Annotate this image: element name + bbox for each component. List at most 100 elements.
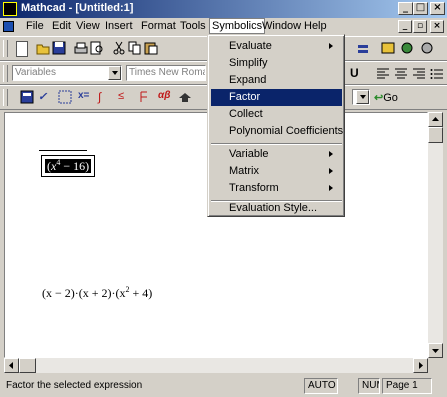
menu-item-label: Simplify xyxy=(229,57,268,69)
open-icon[interactable] xyxy=(36,41,50,55)
mdi-restore-button[interactable]: ▫ xyxy=(413,20,427,33)
resource-center-icon[interactable] xyxy=(400,41,414,55)
programming-palette-icon[interactable] xyxy=(138,90,152,104)
style-combo[interactable]: Variables xyxy=(12,65,122,81)
new-icon[interactable] xyxy=(16,41,28,57)
greek-palette-icon[interactable]: αβ xyxy=(158,90,172,104)
go-dropdown[interactable] xyxy=(352,89,370,105)
factored-result[interactable]: (x − 2)·(x + 2)·(x2 + 4) xyxy=(42,285,152,301)
menu-window[interactable]: Window xyxy=(262,20,301,32)
menu-help[interactable]: Help xyxy=(304,20,327,32)
selection-bar xyxy=(39,150,87,151)
menu-item-polynomial-coefficients[interactable]: Polynomial Coefficients xyxy=(211,123,344,140)
result-main: (x − 2)·(x + 2)·(x xyxy=(42,286,126,300)
copy-icon[interactable] xyxy=(128,41,142,55)
align-center-icon[interactable] xyxy=(394,66,408,80)
symbolic-palette-icon[interactable] xyxy=(178,90,192,104)
chevron-down-icon[interactable] xyxy=(108,66,121,80)
cut-icon[interactable] xyxy=(112,41,126,55)
print-icon[interactable] xyxy=(74,41,88,55)
toolbar-grip xyxy=(3,40,8,57)
maximize-button[interactable]: □ xyxy=(413,2,428,15)
menu-item-label: Matrix xyxy=(229,165,259,177)
minimize-button[interactable]: _ xyxy=(398,2,413,15)
menu-item-label: Evaluation Style... xyxy=(229,202,318,214)
font-combo[interactable]: Times New Roman xyxy=(126,65,206,81)
matrix-palette-icon[interactable] xyxy=(58,90,72,104)
toolbar-grip xyxy=(3,89,8,106)
go-button[interactable]: ↩Go xyxy=(374,91,398,104)
menu-separator xyxy=(211,143,342,145)
menu-item-matrix[interactable]: Matrix xyxy=(211,163,342,180)
result-tail: + 4) xyxy=(129,286,153,300)
align-right-icon[interactable] xyxy=(412,66,426,80)
paste-icon[interactable] xyxy=(144,41,158,55)
horizontal-scrollbar[interactable] xyxy=(4,358,428,373)
resource-icon[interactable] xyxy=(381,41,395,55)
scroll-down-button[interactable] xyxy=(428,343,443,358)
menu-item-label: Polynomial Coefficients xyxy=(229,125,344,137)
save-icon[interactable] xyxy=(52,41,66,55)
menu-item-evaluate[interactable]: Evaluate xyxy=(211,38,342,55)
help-icon[interactable] xyxy=(420,41,434,55)
menu-item-collect[interactable]: Collect xyxy=(211,106,342,123)
menu-item-simplify[interactable]: Simplify xyxy=(211,55,342,72)
highlighted-term: (x4 − 16) xyxy=(45,158,92,173)
menu-symbolics[interactable]: Symbolics xyxy=(209,18,266,34)
menu-item-variable[interactable]: Variable xyxy=(211,146,342,163)
menu-item-evaluation-style[interactable]: Evaluation Style... xyxy=(211,201,342,215)
graph-palette-icon[interactable]: ✓ xyxy=(38,90,52,104)
underline-icon[interactable]: U xyxy=(350,66,364,80)
window-title: Mathcad - [Untitled:1] xyxy=(21,2,134,14)
submenu-arrow-icon xyxy=(329,43,336,49)
status-mode: AUTO xyxy=(304,378,338,394)
mdi-minimize-button[interactable]: _ xyxy=(398,20,412,33)
style-value: Variables xyxy=(15,67,56,78)
app-icon[interactable] xyxy=(3,2,17,16)
vertical-scroll-thumb[interactable] xyxy=(428,127,443,143)
calculator-palette-icon[interactable] xyxy=(20,90,34,104)
align-left-icon[interactable] xyxy=(376,66,390,80)
menu-item-label: Variable xyxy=(229,148,269,160)
boolean-palette-icon[interactable]: ≤ xyxy=(118,90,132,104)
menu-item-label: Factor xyxy=(229,91,261,103)
menu-item-expand[interactable]: Expand xyxy=(211,72,342,89)
menu-format[interactable]: Format xyxy=(141,20,176,32)
align-icon[interactable] xyxy=(356,41,370,55)
scroll-left-button[interactable] xyxy=(4,358,19,373)
status-message: Factor the selected expression xyxy=(6,380,143,391)
menu-insert[interactable]: Insert xyxy=(105,20,133,32)
calculus-palette-icon[interactable]: ∫ xyxy=(98,90,112,104)
toolbar-grip xyxy=(3,65,8,82)
status-page: Page 1 xyxy=(382,378,432,394)
bullets-icon[interactable] xyxy=(430,66,444,80)
menu-view[interactable]: View xyxy=(76,20,100,32)
menu-tools[interactable]: Tools xyxy=(180,20,206,32)
close-button[interactable]: × xyxy=(430,2,445,15)
menu-item-transform[interactable]: Transform xyxy=(211,180,342,197)
evaluation-palette-icon[interactable]: x= xyxy=(78,90,92,104)
scroll-up-button[interactable] xyxy=(428,112,443,127)
menu-item-label: Evaluate xyxy=(229,40,272,52)
font-value: Times New Roman xyxy=(129,67,206,78)
menu-item-label: Expand xyxy=(229,74,267,86)
vertical-scrollbar[interactable] xyxy=(428,112,443,358)
status-num: NUM xyxy=(358,378,380,394)
menu-edit[interactable]: Edit xyxy=(52,20,71,32)
horizontal-scroll-thumb[interactable] xyxy=(19,358,36,373)
menu-item-factor[interactable]: Factor xyxy=(211,89,342,106)
status-bar: Factor the selected expression AUTO NUM … xyxy=(0,376,447,397)
menu-item-label: Transform xyxy=(229,182,279,194)
print-preview-icon[interactable] xyxy=(90,41,104,55)
selected-expression[interactable]: (x4 − 16) xyxy=(41,155,96,177)
mdi-close-button[interactable]: × xyxy=(430,20,444,33)
scroll-right-button[interactable] xyxy=(413,358,428,373)
symbolics-menu: Evaluate Simplify Expand Factor Collect … xyxy=(207,34,345,217)
submenu-arrow-icon xyxy=(329,185,336,191)
expr-tail: − 16 xyxy=(60,159,86,173)
submenu-arrow-icon xyxy=(329,151,336,157)
menu-file[interactable]: File xyxy=(26,20,44,32)
chevron-down-icon[interactable] xyxy=(356,90,369,104)
document-icon[interactable] xyxy=(3,21,14,32)
go-icon: ↩ xyxy=(374,92,384,104)
